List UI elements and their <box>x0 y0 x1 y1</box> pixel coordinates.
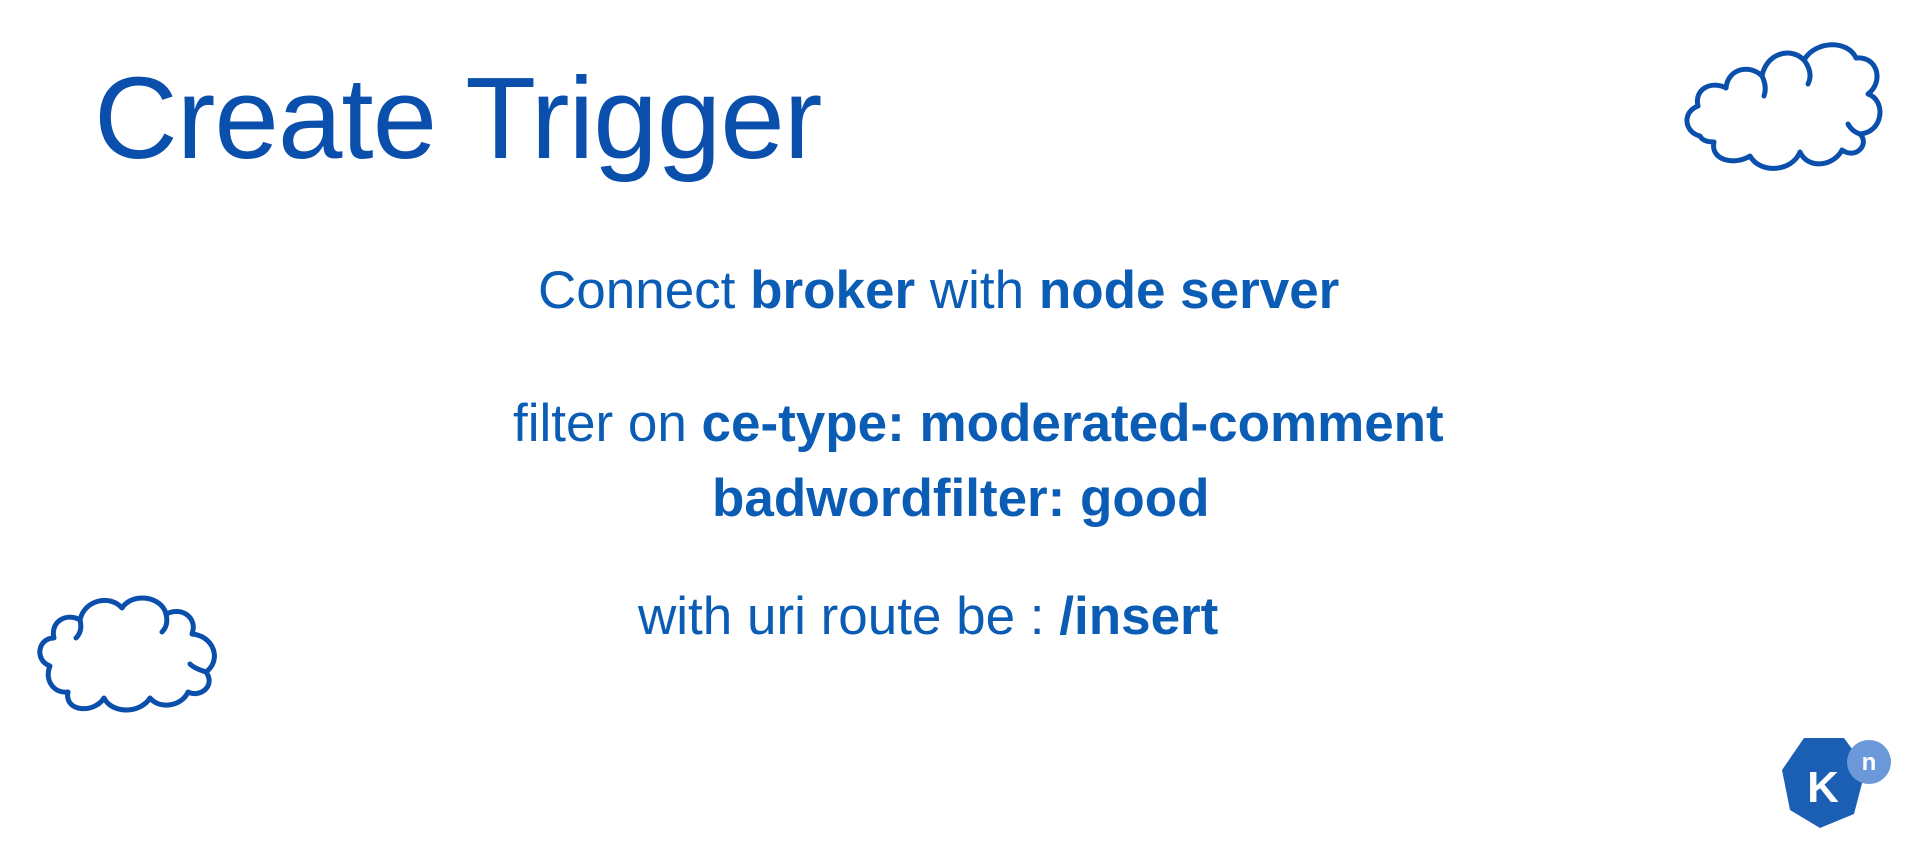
filter-line-secondary: badwordfilter: good <box>712 467 1210 531</box>
filter-line: filter on ce-type: moderated-comment <box>513 392 1444 456</box>
knative-logo-icon: K n <box>1782 738 1891 828</box>
cloud-icon <box>37 595 217 713</box>
uri-line: with uri route be : /insert <box>638 585 1218 649</box>
filter-attribute-type: ce-type: moderated-comment <box>701 394 1444 453</box>
connect-middle: with <box>929 261 1025 320</box>
connect-subject: broker <box>750 261 916 320</box>
logo-letter: K <box>1807 763 1839 812</box>
uri-prefix: with uri route be : <box>638 587 1045 646</box>
connect-prefix: Connect <box>538 261 736 320</box>
slide-title: Create Trigger <box>94 53 822 183</box>
cloud-icon <box>1684 42 1883 171</box>
uri-route: /insert <box>1059 587 1219 646</box>
connect-target: node server <box>1038 261 1340 320</box>
filter-attribute-badwordfilter: badwordfilter: good <box>712 469 1210 528</box>
connect-line: Connect broker with node server <box>538 259 1339 323</box>
logo-superscript: n <box>1862 749 1877 776</box>
filter-prefix: filter on <box>513 394 687 453</box>
